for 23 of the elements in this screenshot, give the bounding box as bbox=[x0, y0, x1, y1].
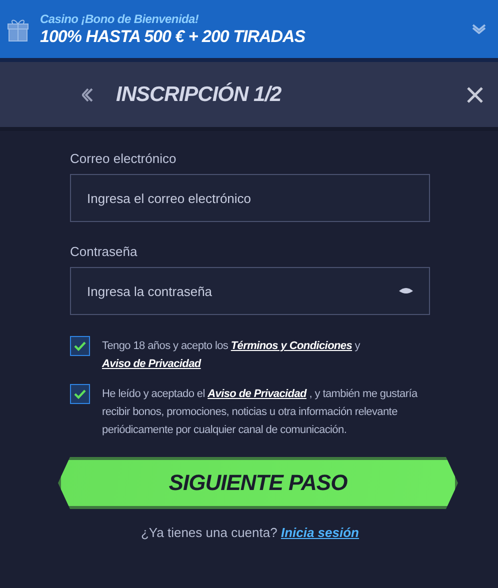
banner-title: 100% HASTA 500 € + 200 TIRADAS bbox=[40, 26, 306, 46]
chevron-down-icon[interactable] bbox=[472, 24, 486, 34]
policy-link[interactable]: Términos y Condiciones bbox=[230, 340, 352, 352]
back-icon[interactable] bbox=[82, 86, 94, 102]
consent-text: Tengo 18 años y acepto los Términos y Condiciones y Aviso de Privacidad bbox=[102, 339, 362, 372]
field-label: Contraseña bbox=[70, 244, 138, 259]
field-label: Correo electrónico bbox=[70, 151, 178, 166]
consent-text: He leído y aceptado el Aviso de Privacidad , y también me gustaría recibir bonos, promociones, noticias u otra información relevante periódicamente por cualquier canal de comunicación. bbox=[102, 387, 419, 438]
signup-title: INSCRIPCIÓN 1/2 bbox=[116, 82, 282, 106]
close-icon[interactable] bbox=[466, 86, 484, 104]
login-prompt: ¿Ya tienes una cuenta? Inicia sesión bbox=[140, 525, 360, 540]
banner-subtitle: Casino ¡Bono de Bienvenida! bbox=[40, 12, 200, 26]
check-icon bbox=[74, 341, 86, 351]
policy-link[interactable]: Aviso de Privacidad bbox=[208, 388, 306, 400]
password-field[interactable]: Ingresa la contraseña bbox=[70, 267, 430, 315]
checkbox[interactable] bbox=[70, 384, 90, 404]
checkbox[interactable] bbox=[70, 336, 90, 356]
check-icon bbox=[74, 389, 86, 399]
eye-icon[interactable] bbox=[398, 287, 414, 295]
next-step-button[interactable]: SIGUIENTE PASO bbox=[58, 457, 458, 509]
policy-link[interactable]: Aviso de Privacidad bbox=[102, 358, 201, 370]
login-link[interactable]: Inicia sesión bbox=[280, 525, 359, 540]
email-field[interactable]: Ingresa el correo electrónico bbox=[70, 174, 430, 222]
